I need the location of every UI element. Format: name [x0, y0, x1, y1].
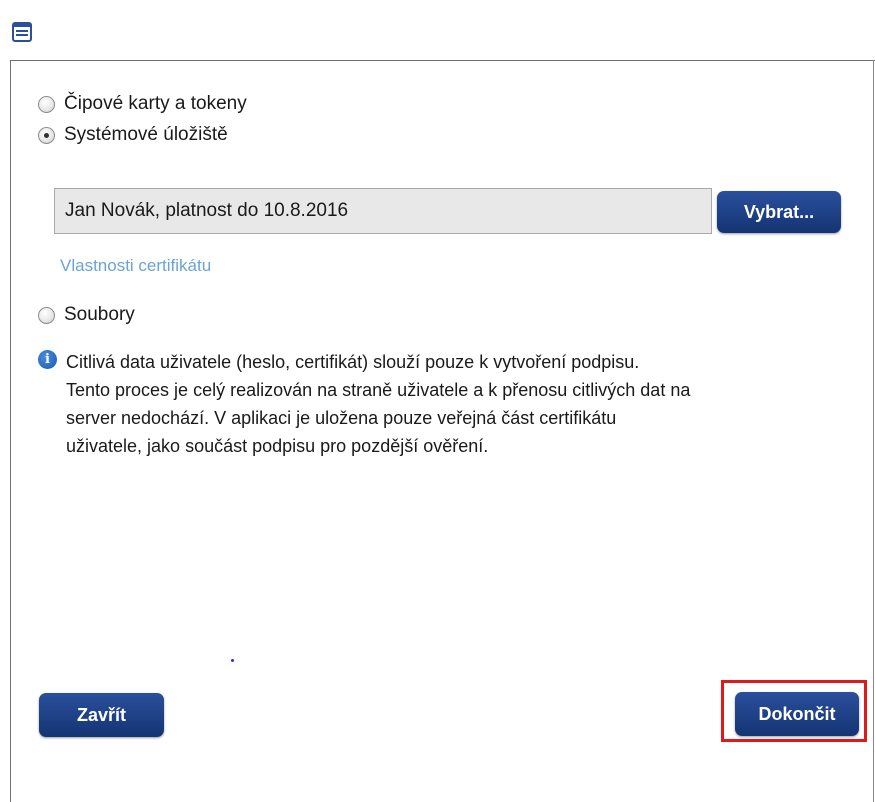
info-note: i Citlivá data uživatele (heslo, certifi… [38, 348, 866, 460]
info-line: Tento proces je celý realizován na stran… [66, 380, 691, 400]
dialog-border-right [873, 60, 874, 802]
finish-button-highlight [721, 680, 867, 742]
info-line: uživatele, jako součást podpisu pro pozd… [66, 436, 489, 456]
radio-system-storage[interactable] [38, 126, 55, 144]
info-line: Citlivá data uživatele (heslo, certifiká… [66, 352, 640, 372]
radio-files[interactable] [38, 306, 55, 324]
certificate-field: Jan Novák, platnost do 10.8.2016 [54, 188, 712, 234]
stray-dot [231, 659, 234, 662]
option-smart-cards[interactable]: Čipové karty a tokeny [38, 93, 247, 115]
title-bar [0, 0, 875, 60]
dialog-border-top [10, 60, 875, 61]
radio-smart-cards[interactable] [38, 95, 55, 113]
form-window-icon [12, 22, 32, 42]
close-button[interactable]: Zavřít [39, 693, 164, 737]
option-files[interactable]: Soubory [38, 304, 135, 326]
dialog-border-left [10, 60, 11, 802]
option-system-storage[interactable]: Systémové úložiště [38, 124, 228, 146]
option-files-label: Soubory [64, 304, 135, 325]
info-text: Citlivá data uživatele (heslo, certifiká… [66, 348, 866, 460]
certificate-properties-link[interactable]: Vlastnosti certifikátu [60, 256, 211, 276]
info-line: server nedochází. V aplikaci je uložena … [66, 408, 617, 428]
option-system-storage-label: Systémové úložiště [64, 124, 228, 145]
select-certificate-button[interactable]: Vybrat... [717, 191, 841, 233]
info-icon: i [38, 350, 57, 369]
option-smart-cards-label: Čipové karty a tokeny [64, 93, 247, 114]
